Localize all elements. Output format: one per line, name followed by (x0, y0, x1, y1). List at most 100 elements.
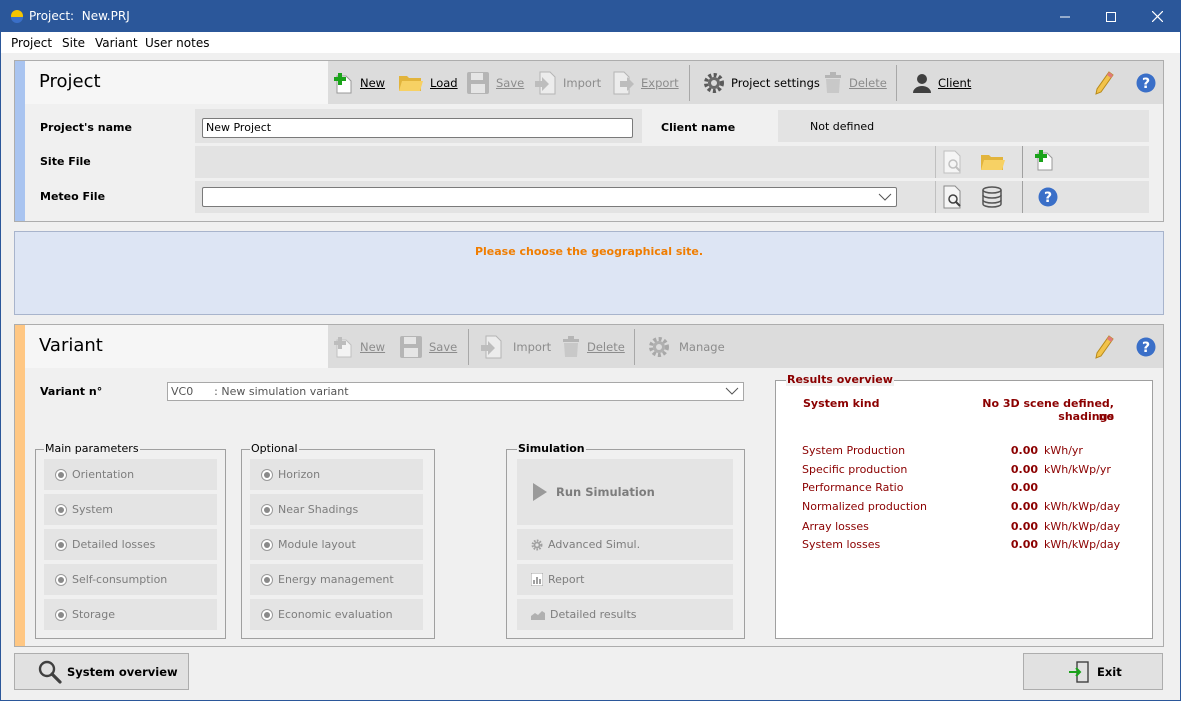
message-panel: Please choose the geographical site. (14, 231, 1164, 315)
close-button[interactable] (1134, 1, 1180, 32)
variant-toolbar: New Save Import Delete Manage ? (328, 325, 1163, 368)
meteo-file-label: Meteo File (40, 190, 106, 203)
result-label: Normalized production (802, 500, 927, 513)
search-icon (38, 660, 62, 684)
site-file-label: Site File (40, 155, 91, 168)
help-icon: ? (1136, 73, 1156, 92)
folder-open-icon (399, 75, 423, 91)
maximize-icon (1106, 11, 1116, 22)
optional-title: Optional (250, 442, 299, 455)
variant-title: Variant (39, 335, 103, 356)
project-panel: Project New Load Save Import Export Proj… (14, 60, 1164, 222)
storage-button[interactable]: Storage (44, 599, 217, 630)
menu-user-notes[interactable]: User notes (145, 36, 209, 50)
pencil-icon (1095, 334, 1114, 359)
project-export-button[interactable]: Export (613, 61, 679, 104)
project-import-button[interactable]: Import (535, 61, 601, 104)
toolbar-separator (634, 329, 635, 365)
energy-management-button[interactable]: Energy management (250, 564, 423, 595)
optional-group: Optional Horizon Near Shadings Module la… (241, 442, 435, 639)
project-name-input[interactable]: New Project (202, 118, 633, 138)
message-text: Please choose the geographical site. (474, 245, 704, 258)
report-button[interactable]: Report (517, 564, 733, 595)
variant-manage-button[interactable]: Manage (648, 325, 725, 368)
toolbar-separator (896, 65, 897, 101)
radio-icon (261, 608, 273, 621)
window-title: Project: New.PRJ (29, 9, 130, 23)
import-icon (535, 71, 556, 94)
variant-new-button[interactable]: New (334, 325, 385, 368)
project-toolbar: New Load Save Import Export Project sett… (328, 61, 1163, 104)
menu-site[interactable]: Site (62, 36, 85, 50)
save-icon (467, 71, 489, 94)
result-value: 0.00 (1010, 444, 1038, 457)
close-icon (1151, 11, 1163, 22)
advanced-simulation-button[interactable]: Advanced Simul. (517, 529, 733, 560)
play-icon (533, 483, 547, 501)
economic-evaluation-button[interactable]: Economic evaluation (250, 599, 423, 630)
variant-select-value: VC0 : New simulation variant (171, 385, 349, 398)
meteo-help-button[interactable]: ? (1038, 187, 1058, 210)
project-delete-button[interactable]: Delete (823, 61, 887, 104)
minimize-button[interactable] (1042, 1, 1088, 32)
main-parameters-group: Main parameters Orientation System Detai… (35, 442, 226, 639)
variant-import-button[interactable]: Import (481, 325, 551, 368)
project-save-button[interactable]: Save (466, 61, 524, 104)
trash-icon (563, 335, 579, 357)
project-edit-button[interactable] (1094, 61, 1114, 104)
project-load-button[interactable]: Load (398, 61, 458, 104)
import-icon (481, 335, 502, 358)
variant-save-button[interactable]: Save (399, 325, 457, 368)
module-layout-button[interactable]: Module layout (250, 529, 423, 560)
radio-icon (261, 503, 273, 516)
menu-variant[interactable]: Variant (95, 36, 138, 50)
radio-icon (261, 573, 273, 586)
meteo-file-view-button[interactable] (942, 185, 964, 212)
trash-icon (825, 71, 841, 93)
radio-icon (55, 573, 67, 586)
menu-bar: Project Site Variant User notes (1, 32, 1180, 53)
project-help-button[interactable]: ? (1136, 61, 1156, 104)
detailed-losses-button[interactable]: Detailed losses (44, 529, 217, 560)
meteo-database-button[interactable] (982, 186, 1002, 211)
orientation-button[interactable]: Orientation (44, 459, 217, 490)
export-icon (613, 71, 634, 94)
add-icon (334, 336, 352, 357)
magnifier-document-icon (943, 185, 961, 209)
project-settings-button[interactable]: Project settings (703, 61, 820, 104)
svg-text:?: ? (1044, 190, 1052, 206)
folder-open-icon (981, 155, 1005, 170)
project-client-button[interactable]: Client (912, 61, 971, 104)
self-consumption-button[interactable]: Self-consumption (44, 564, 217, 595)
system-overview-button[interactable]: System overview (14, 653, 189, 690)
project-new-button[interactable]: New (334, 61, 385, 104)
radio-icon (55, 538, 67, 551)
radio-icon (261, 538, 273, 551)
variant-help-button[interactable]: ? (1136, 325, 1156, 368)
horizon-button[interactable]: Horizon (250, 459, 423, 490)
meteo-file-select[interactable] (202, 187, 897, 207)
site-file-new-button[interactable] (1035, 149, 1055, 174)
menu-project[interactable]: Project (11, 36, 52, 50)
detailed-results-button[interactable]: Detailed results (517, 599, 733, 630)
maximize-button[interactable] (1088, 1, 1134, 32)
exit-icon (1069, 660, 1089, 683)
client-name-label: Client name (661, 121, 736, 134)
run-simulation-button[interactable]: Run Simulation (517, 459, 733, 525)
exit-button[interactable]: Exit (1023, 653, 1163, 690)
result-value: 0.00 (1010, 463, 1038, 476)
variant-select[interactable]: VC0 : New simulation variant (167, 382, 744, 401)
project-title: Project (39, 71, 101, 92)
toolbar-separator (468, 329, 469, 365)
near-shadings-button[interactable]: Near Shadings (250, 494, 423, 525)
variant-stripe (15, 325, 25, 646)
site-file-view-button[interactable] (942, 150, 964, 177)
variant-delete-button[interactable]: Delete (561, 325, 625, 368)
variant-edit-button[interactable] (1094, 325, 1114, 368)
chevron-down-icon (878, 193, 892, 201)
system-button[interactable]: System (44, 494, 217, 525)
site-file-open-button[interactable] (980, 152, 1006, 175)
result-label: Specific production (802, 463, 908, 476)
simulation-title: Simulation (517, 442, 586, 455)
area-chart-icon (531, 611, 545, 620)
